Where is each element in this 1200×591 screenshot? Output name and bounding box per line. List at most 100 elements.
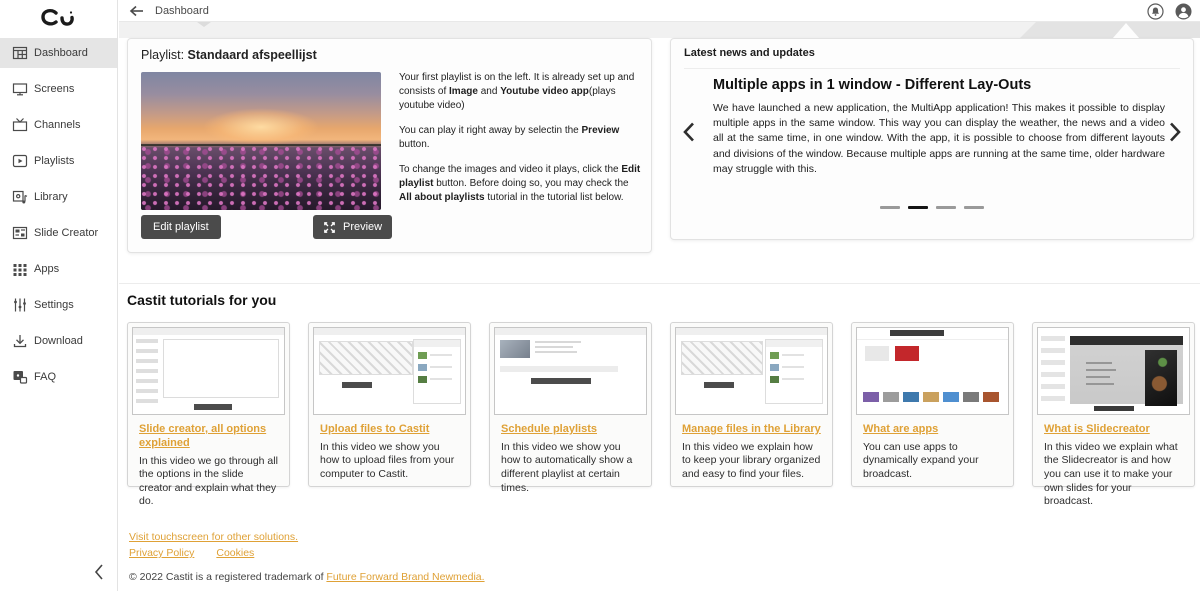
edit-playlist-button[interactable]: Edit playlist bbox=[141, 215, 221, 239]
expand-icon bbox=[323, 221, 336, 234]
carousel-prev-button[interactable] bbox=[681, 121, 697, 143]
sidebar-item-download[interactable]: Download bbox=[0, 326, 117, 356]
copyright-text: © 2022 Castit is a registered trademark … bbox=[129, 571, 485, 583]
touchscreen-link[interactable]: Visit touchscreen for other solutions. bbox=[129, 531, 298, 543]
carousel-dot-1[interactable] bbox=[880, 206, 900, 209]
tutorial-thumbnail[interactable] bbox=[675, 327, 828, 415]
playlist-paragraph: To change the images and video it plays,… bbox=[399, 163, 642, 205]
dashboard-icon bbox=[12, 45, 28, 61]
carousel-dot-2[interactable] bbox=[908, 206, 928, 209]
news-callout-notch bbox=[1113, 23, 1139, 38]
copyright-prefix: © 2022 Castit is a registered trademark … bbox=[129, 571, 326, 583]
news-card: Latest news and updates Multiple apps in… bbox=[670, 38, 1194, 240]
topbar: Dashboard bbox=[119, 0, 1200, 22]
playlist-name: Standaard afspeellijst bbox=[188, 48, 317, 62]
sidebar-item-label: FAQ bbox=[34, 371, 56, 383]
tutorials-row: Slide creator, all options explained In … bbox=[127, 322, 1195, 487]
sidebar-nav: Dashboard Screens Channels bbox=[0, 38, 117, 398]
topbar-icons bbox=[1147, 3, 1192, 20]
sidebar-item-label: Playlists bbox=[34, 155, 74, 167]
tutorial-title-link[interactable]: What is Slidecreator bbox=[1044, 423, 1183, 437]
news-item-title: Multiple apps in 1 window - Different La… bbox=[713, 77, 1031, 93]
playlist-card-title: Playlist: Standaard afspeellijst bbox=[141, 48, 317, 62]
castit-logo[interactable] bbox=[38, 6, 78, 30]
sidebar-item-settings[interactable]: Settings bbox=[0, 290, 117, 320]
playlists-icon bbox=[12, 153, 28, 169]
sidebar-item-faq[interactable]: FAQ bbox=[0, 362, 117, 392]
section-divider bbox=[119, 283, 1200, 284]
sidebar-item-channels[interactable]: Channels bbox=[0, 110, 117, 140]
back-arrow-icon[interactable] bbox=[129, 4, 145, 18]
tutorial-thumbnail[interactable] bbox=[1037, 327, 1190, 415]
tutorial-description: In this video we show you how to upload … bbox=[320, 441, 459, 482]
tutorial-description: In this video we explain how to keep you… bbox=[682, 441, 821, 482]
bell-icon[interactable] bbox=[1147, 3, 1164, 20]
news-item-body: We have launched a new application, the … bbox=[713, 101, 1165, 177]
header-strip-accent bbox=[1020, 22, 1200, 38]
sidebar-collapse-button[interactable] bbox=[90, 560, 110, 584]
tutorial-title-link[interactable]: Manage files in the Library bbox=[682, 423, 821, 437]
tutorial-thumbnail[interactable] bbox=[313, 327, 466, 415]
cookies-link[interactable]: Cookies bbox=[216, 547, 254, 559]
sidebar-item-label: Apps bbox=[34, 263, 59, 275]
tutorial-title-link[interactable]: Schedule playlists bbox=[501, 423, 640, 437]
sidebar-item-label: Dashboard bbox=[34, 47, 88, 59]
sidebar-item-screens[interactable]: Screens bbox=[0, 74, 117, 104]
tutorial-card: Schedule playlists In this video we show… bbox=[489, 322, 652, 487]
channels-icon bbox=[12, 117, 28, 133]
tutorial-description: You can use apps to dynamically expand y… bbox=[863, 441, 1002, 482]
library-icon bbox=[12, 189, 28, 205]
page-title: Dashboard bbox=[155, 5, 209, 17]
tutorial-card: Upload files to Castit In this video we … bbox=[308, 322, 471, 487]
tutorial-thumbnail[interactable] bbox=[494, 327, 647, 415]
sidebar-item-dashboard[interactable]: Dashboard bbox=[0, 38, 117, 68]
tutorial-description: In this video we go through all the opti… bbox=[139, 455, 278, 510]
playlist-instructions: Your first playlist is on the left. It i… bbox=[399, 71, 642, 216]
sidebar-item-library[interactable]: Library bbox=[0, 182, 117, 212]
settings-icon bbox=[12, 297, 28, 313]
sidebar-item-label: Library bbox=[34, 191, 68, 203]
playlist-thumbnail-image[interactable] bbox=[141, 72, 381, 210]
playlist-label: Playlist: bbox=[141, 48, 188, 62]
sidebar-item-label: Settings bbox=[34, 299, 74, 311]
preview-button-label: Preview bbox=[343, 221, 382, 233]
sidebar: Dashboard Screens Channels bbox=[0, 0, 118, 591]
playlist-card: Playlist: Standaard afspeellijst Edit pl… bbox=[127, 38, 652, 253]
news-card-header: Latest news and updates bbox=[684, 47, 1180, 69]
user-icon[interactable] bbox=[1175, 3, 1192, 20]
screens-icon bbox=[12, 81, 28, 97]
faq-icon bbox=[12, 369, 28, 385]
privacy-policy-link[interactable]: Privacy Policy bbox=[129, 547, 194, 559]
sidebar-item-label: Screens bbox=[34, 83, 74, 95]
sidebar-item-apps[interactable]: Apps bbox=[0, 254, 117, 284]
chevron-left-icon bbox=[90, 560, 110, 584]
tutorial-title-link[interactable]: Upload files to Castit bbox=[320, 423, 459, 437]
tutorial-card: What is Slidecreator In this video we ex… bbox=[1032, 322, 1195, 487]
tutorial-title-link[interactable]: Slide creator, all options explained bbox=[139, 423, 278, 451]
sidebar-item-label: Download bbox=[34, 335, 83, 347]
carousel-dot-4[interactable] bbox=[964, 206, 984, 209]
tutorial-title-link[interactable]: What are apps bbox=[863, 423, 1002, 437]
carousel-dot-3[interactable] bbox=[936, 206, 956, 209]
topbar-notch bbox=[197, 22, 211, 27]
carousel-next-button[interactable] bbox=[1167, 121, 1183, 143]
tutorial-card: What are apps You can use apps to dynami… bbox=[851, 322, 1014, 487]
sidebar-item-label: Slide Creator bbox=[34, 227, 98, 239]
carousel-dots bbox=[880, 206, 984, 209]
sidebar-item-playlists[interactable]: Playlists bbox=[0, 146, 117, 176]
footer: Visit touchscreen for other solutions. P… bbox=[129, 531, 485, 583]
apps-icon bbox=[12, 261, 28, 277]
playlist-paragraph: Your first playlist is on the left. It i… bbox=[399, 71, 642, 113]
tutorial-thumbnail[interactable] bbox=[132, 327, 285, 415]
playlist-paragraph: You can play it right away by selectin t… bbox=[399, 124, 642, 152]
preview-button[interactable]: Preview bbox=[313, 215, 392, 239]
tutorial-card: Slide creator, all options explained In … bbox=[127, 322, 290, 487]
tutorial-description: In this video we show you how to automat… bbox=[501, 441, 640, 496]
tutorial-thumbnail[interactable] bbox=[856, 327, 1009, 415]
tutorial-description: In this video we explain what the Slidec… bbox=[1044, 441, 1183, 509]
sidebar-item-slide-creator[interactable]: Slide Creator bbox=[0, 218, 117, 248]
trademark-link[interactable]: Future Forward Brand Newmedia. bbox=[326, 571, 484, 583]
tutorials-heading: Castit tutorials for you bbox=[127, 292, 276, 308]
tutorial-card: Manage files in the Library In this vide… bbox=[670, 322, 833, 487]
download-icon bbox=[12, 333, 28, 349]
